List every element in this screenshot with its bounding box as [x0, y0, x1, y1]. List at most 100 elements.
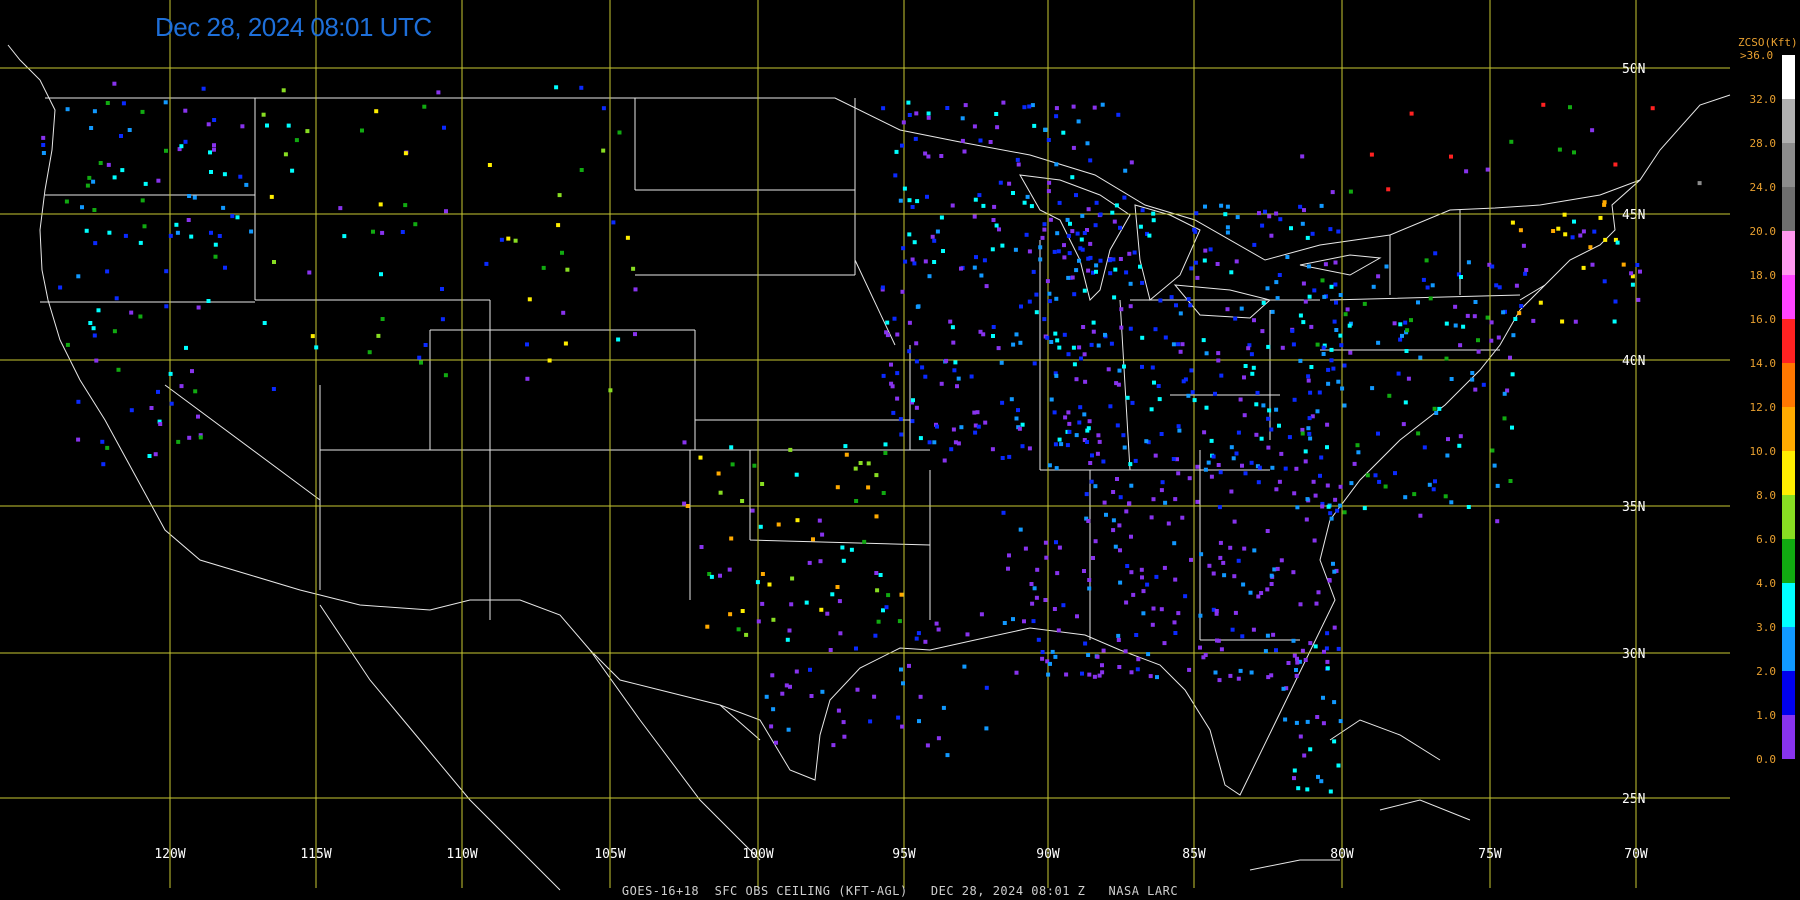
- station-marker: [374, 109, 379, 114]
- station-marker: [1333, 497, 1338, 502]
- station-marker: [844, 452, 849, 457]
- station-marker: [1115, 477, 1119, 481]
- station-marker: [1180, 515, 1185, 520]
- station-marker: [1094, 263, 1099, 268]
- station-marker: [290, 168, 295, 173]
- station-marker: [1255, 390, 1260, 395]
- station-marker: [1437, 406, 1442, 411]
- legend-label: 14.0: [1750, 357, 1777, 370]
- station-marker: [1140, 280, 1145, 285]
- station-marker: [1067, 251, 1072, 256]
- station-marker: [1510, 372, 1515, 377]
- station-marker: [1066, 410, 1071, 415]
- station-marker: [1406, 376, 1411, 381]
- station-marker: [808, 667, 812, 672]
- station-marker: [272, 260, 276, 264]
- station-marker: [601, 148, 606, 153]
- station-marker: [633, 332, 637, 337]
- station-marker: [709, 574, 714, 579]
- station-marker: [1186, 297, 1191, 302]
- station-marker: [1369, 152, 1374, 157]
- station-marker: [1298, 313, 1303, 318]
- station-marker: [1020, 422, 1025, 427]
- legend-label: 2.0: [1756, 665, 1776, 678]
- station-marker: [1153, 327, 1158, 332]
- station-marker: [525, 376, 530, 381]
- station-marker: [1650, 106, 1655, 111]
- station-marker: [853, 466, 858, 471]
- station-marker: [1248, 590, 1253, 595]
- station-marker: [342, 234, 347, 239]
- station-marker: [934, 621, 939, 626]
- station-marker: [1043, 127, 1048, 132]
- station-marker: [1116, 633, 1121, 638]
- station-marker: [96, 308, 101, 313]
- station-marker: [1062, 255, 1067, 260]
- station-marker: [1116, 112, 1121, 117]
- station-marker: [944, 358, 949, 363]
- station-marker: [1118, 257, 1123, 261]
- station-marker: [744, 632, 749, 637]
- legend-color-swatch: [1782, 495, 1795, 539]
- station-marker: [923, 259, 928, 264]
- station-marker: [1339, 343, 1344, 348]
- station-marker: [1348, 350, 1353, 355]
- station-marker: [1082, 231, 1087, 235]
- station-marker: [1252, 318, 1256, 323]
- station-marker: [1032, 361, 1037, 366]
- station-marker: [1195, 499, 1200, 504]
- station-marker: [1068, 221, 1072, 226]
- station-marker: [1128, 304, 1133, 309]
- station-marker: [190, 369, 194, 374]
- station-marker: [1241, 582, 1246, 587]
- station-marker: [1304, 517, 1309, 522]
- station-marker: [1466, 260, 1471, 265]
- station-marker: [884, 605, 889, 610]
- station-marker: [866, 461, 871, 466]
- station-marker: [1242, 375, 1246, 380]
- station-marker: [1217, 678, 1222, 683]
- station-marker: [1412, 492, 1417, 497]
- longitude-label: 100W: [742, 847, 773, 862]
- station-marker: [901, 246, 906, 251]
- station-marker: [1252, 548, 1257, 553]
- station-marker: [499, 237, 504, 242]
- station-marker: [1472, 314, 1477, 319]
- station-marker: [836, 708, 841, 713]
- station-marker: [1216, 638, 1221, 643]
- station-marker: [1151, 606, 1156, 611]
- station-marker: [932, 260, 937, 264]
- station-marker: [440, 317, 445, 322]
- station-marker: [138, 314, 143, 319]
- station-marker: [403, 151, 408, 156]
- station-marker: [984, 284, 989, 289]
- station-marker: [1495, 483, 1500, 488]
- station-marker: [1473, 387, 1478, 392]
- station-marker: [271, 387, 276, 391]
- station-marker: [1274, 407, 1279, 412]
- station-marker: [1615, 240, 1620, 245]
- station-marker: [1030, 103, 1035, 108]
- station-marker: [1066, 352, 1071, 357]
- station-marker: [1157, 397, 1162, 402]
- station-marker: [771, 707, 776, 712]
- station-marker: [1509, 139, 1514, 144]
- station-marker: [898, 198, 903, 203]
- station-marker: [1071, 345, 1076, 350]
- station-marker: [1071, 145, 1076, 150]
- station-marker: [1066, 275, 1071, 280]
- station-marker: [907, 198, 912, 203]
- station-marker: [1250, 371, 1255, 376]
- station-marker: [1159, 432, 1164, 436]
- station-marker: [926, 115, 931, 120]
- station-marker: [990, 447, 995, 452]
- station-marker: [93, 241, 98, 246]
- longitude-label: 95W: [892, 847, 916, 862]
- station-marker: [76, 399, 81, 404]
- station-marker: [1118, 548, 1122, 553]
- station-marker: [617, 130, 622, 135]
- legend-color-swatch: [1782, 363, 1795, 407]
- station-marker: [1202, 258, 1207, 263]
- station-marker: [164, 148, 168, 153]
- station-marker: [1285, 255, 1290, 259]
